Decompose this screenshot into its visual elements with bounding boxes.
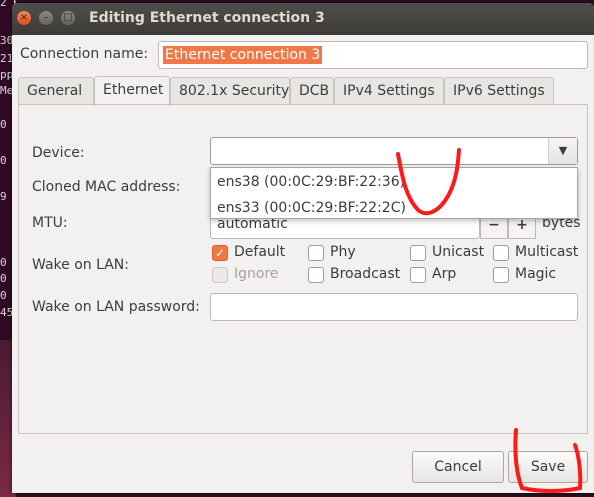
terminal-line: 0 (0, 272, 7, 285)
tab-ipv6-settings[interactable]: IPv6 Settings (444, 77, 554, 105)
cancel-button[interactable]: Cancel (412, 451, 504, 483)
wol-broadcast-label: Broadcast (330, 266, 401, 282)
save-button[interactable]: Save (508, 451, 588, 483)
wol-unicast-checkbox[interactable] (410, 245, 426, 261)
window-title: Editing Ethernet connection 3 (89, 10, 325, 26)
tab-general[interactable]: General (18, 77, 94, 105)
connection-name-value: Ethernet connection 3 (163, 46, 323, 64)
cloned-mac-label: Cloned MAC address: (32, 179, 181, 195)
wol-default-checkbox[interactable]: ✓ (212, 245, 228, 261)
wol-unicast-label: Unicast (432, 244, 485, 260)
wol-ignore-label: Ignore (234, 266, 279, 282)
tab-802-1x-security[interactable]: 802.1x Security (170, 77, 290, 105)
wake-on-lan-label: Wake on LAN: (32, 257, 129, 273)
wol-multicast-label: Multicast (515, 244, 579, 260)
wol-ignore-checkbox[interactable] (212, 267, 228, 283)
wol-magic-label: Magic (515, 266, 557, 282)
wol-broadcast-checkbox[interactable] (308, 267, 324, 283)
wol-phy-checkbox[interactable] (308, 245, 324, 261)
mtu-label: MTU: (32, 215, 68, 231)
device-combobox[interactable]: ▼ (210, 137, 578, 165)
maximize-icon[interactable]: □ (61, 11, 75, 25)
tab-ethernet[interactable]: Ethernet (94, 76, 170, 106)
device-dropdown-list: ens38 (00:0C:29:BF:22:36) ens33 (00:0C:2… (210, 167, 578, 219)
terminal-line: 0 (0, 118, 7, 131)
close-icon[interactable]: × (17, 11, 31, 25)
wol-password-input[interactable] (210, 293, 578, 321)
tab-ipv4-settings[interactable]: IPv4 Settings (334, 77, 444, 105)
terminal-line: 0 (0, 289, 7, 302)
chevron-down-icon[interactable]: ▼ (548, 138, 577, 164)
device-label: Device: (32, 145, 85, 161)
device-option[interactable]: ens33 (00:0C:29:BF:22:2C) (217, 200, 406, 216)
connection-name-input[interactable]: Ethernet connection 3 (158, 41, 588, 69)
terminal-line: 9 (0, 190, 7, 203)
connection-editor-window: × – □ Editing Ethernet connection 3 Conn… (12, 3, 594, 493)
wol-password-label: Wake on LAN password: (32, 299, 200, 315)
wol-arp-checkbox[interactable] (410, 267, 426, 283)
tab-dcb[interactable]: DCB (290, 77, 334, 105)
wol-magic-checkbox[interactable] (493, 267, 509, 283)
device-option[interactable]: ens38 (00:0C:29:BF:22:36) (217, 174, 405, 190)
terminal-line: 0 (0, 256, 7, 269)
title-bar[interactable]: × – □ Editing Ethernet connection 3 (12, 3, 594, 35)
wol-arp-label: Arp (432, 266, 457, 282)
connection-name-label: Connection name: (20, 46, 149, 62)
wol-default-label: Default (234, 244, 286, 260)
wol-multicast-checkbox[interactable] (493, 245, 509, 261)
wol-phy-label: Phy (330, 244, 356, 260)
terminal-line: 0 (0, 154, 7, 167)
minimize-icon[interactable]: – (39, 11, 53, 25)
